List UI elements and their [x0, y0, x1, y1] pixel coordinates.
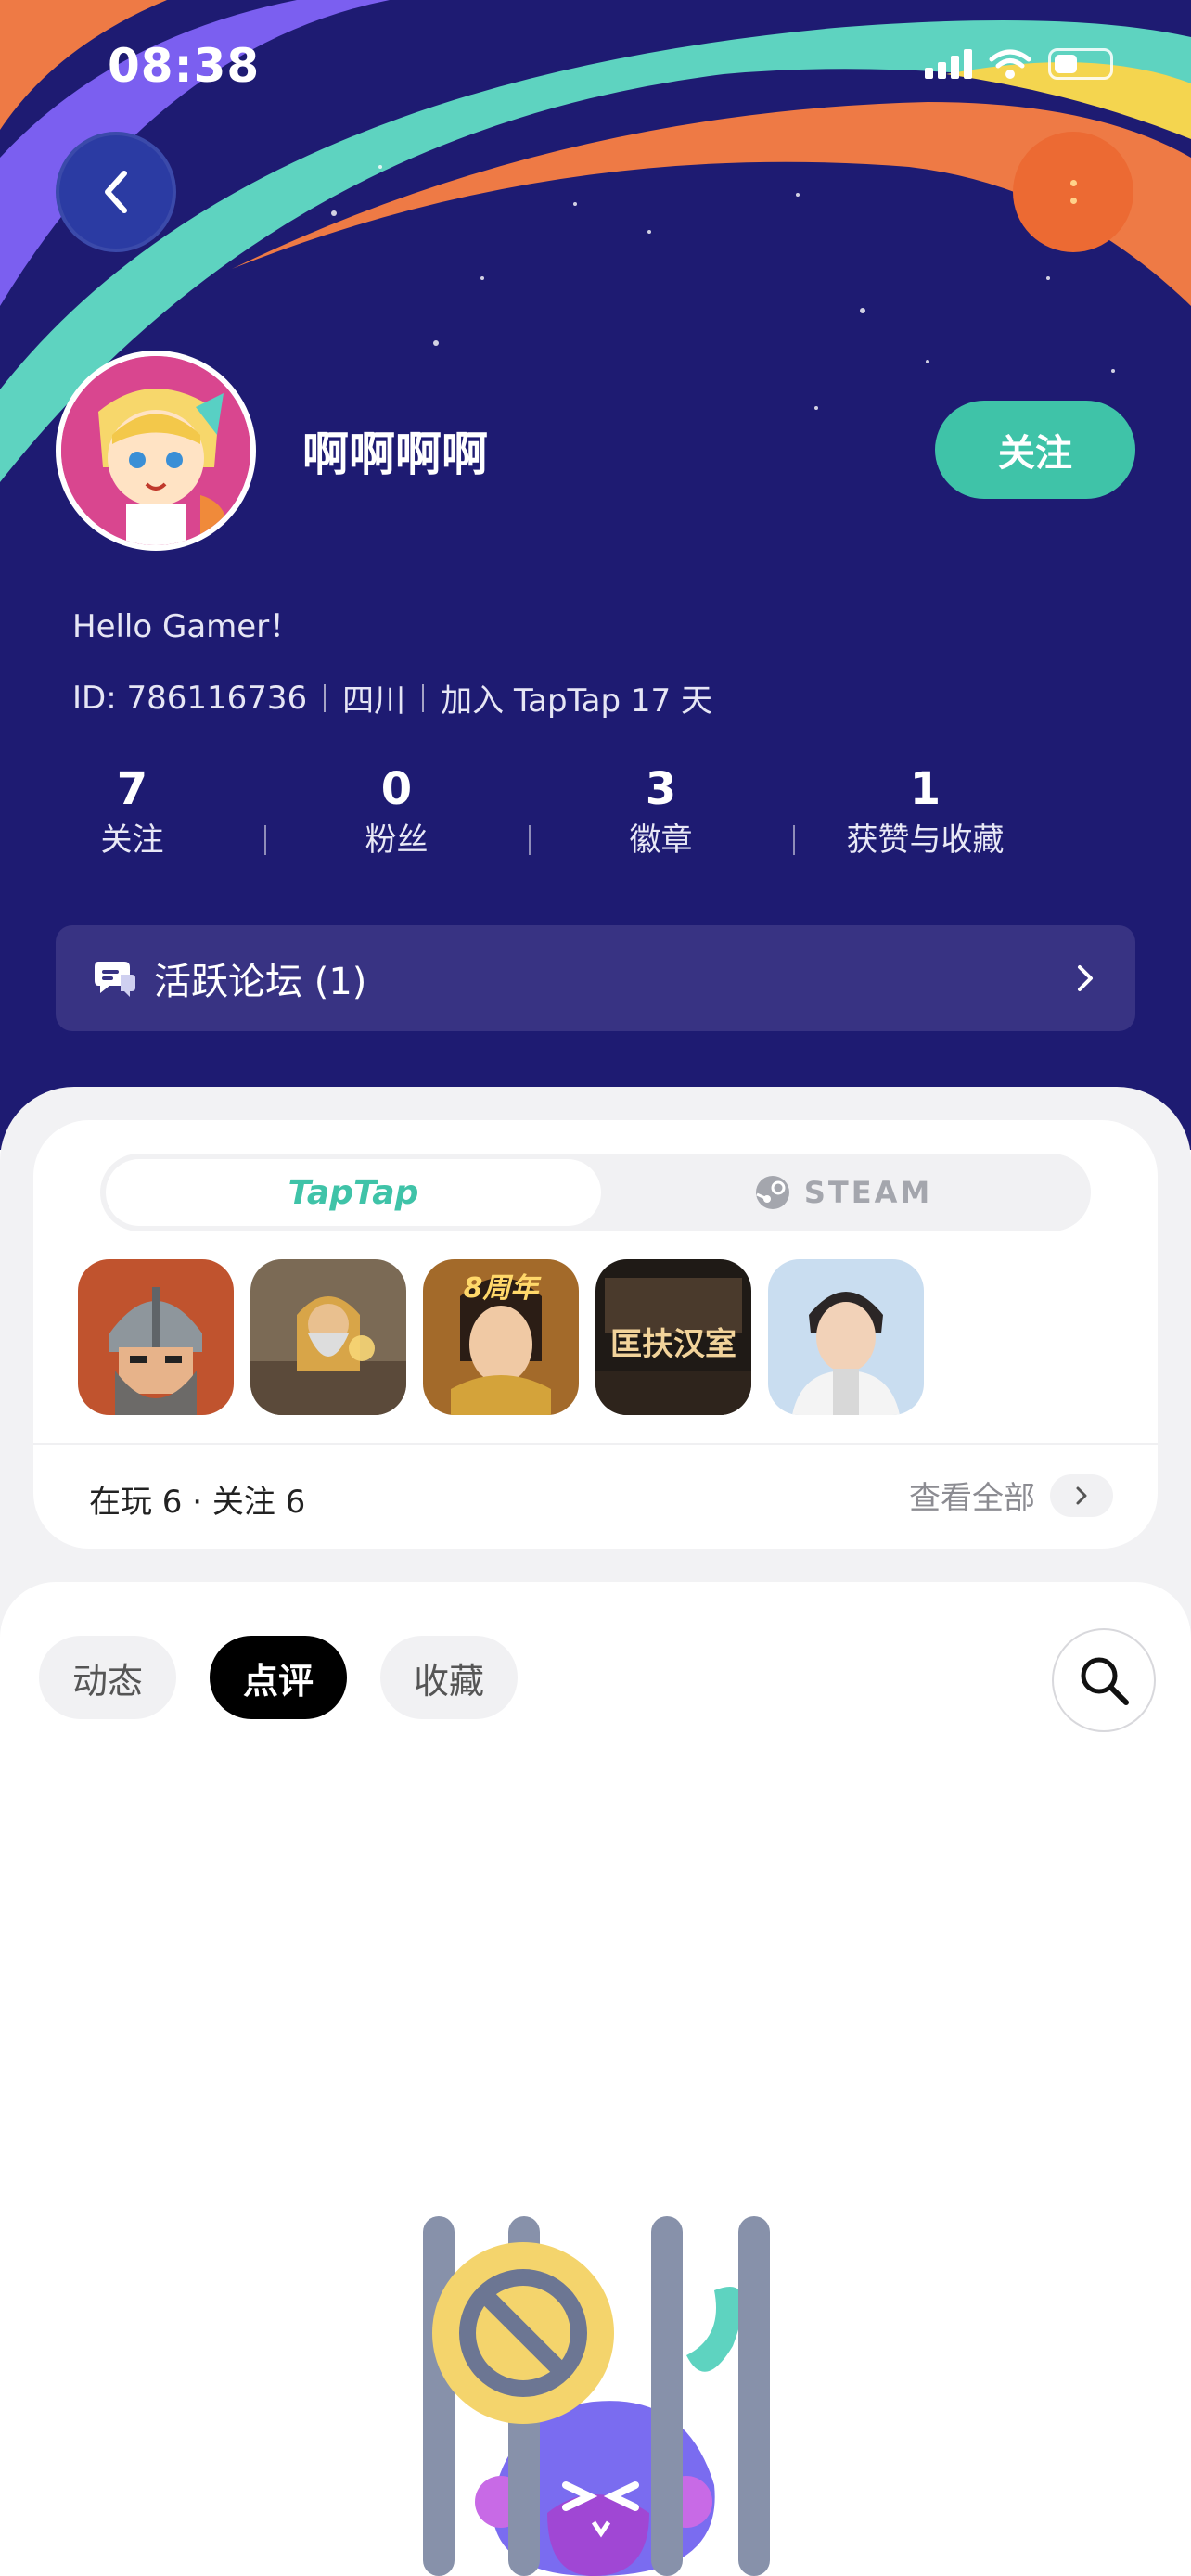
join-duration: 加入 TapTap 17 天 — [441, 682, 712, 720]
game-icon-2[interactable] — [250, 1259, 406, 1415]
tab-reviews[interactable]: 点评 — [210, 1636, 348, 1719]
profile-meta: ID: 786116736 四川 加入 TapTap 17 天 — [72, 675, 712, 721]
platform-toggle: TapTap STEAM — [100, 1154, 1091, 1231]
tab-moments[interactable]: 动态 — [39, 1636, 177, 1719]
game-icon-4[interactable]: 匡扶汉室 — [596, 1259, 751, 1415]
status-icons — [925, 48, 1113, 80]
search-icon — [1081, 1657, 1129, 1705]
user-id: ID: 786116736 — [72, 679, 308, 717]
search-button[interactable] — [1052, 1628, 1156, 1732]
games-card: TapTap STEAM 8周年 匡扶汉室 在玩 6 · 关注 6 查看全部 — [33, 1120, 1158, 1549]
games-summary: 在玩 6 · 关注 6 — [89, 1484, 306, 1521]
wifi-icon — [989, 49, 1031, 79]
stat-label: 粉丝 — [365, 822, 429, 859]
signal-icon — [925, 49, 972, 79]
empty-state-illustration — [423, 2216, 770, 2576]
chevron-right-icon — [1050, 1473, 1113, 1517]
back-button[interactable] — [56, 132, 176, 252]
view-all-label: 查看全部 — [909, 1480, 1035, 1517]
game-icon-3[interactable]: 8周年 — [423, 1259, 579, 1415]
stat-likes-favorites[interactable]: 1 获赞与收藏 — [793, 760, 1057, 862]
steam-icon — [755, 1176, 789, 1209]
stat-value: 1 — [909, 763, 941, 815]
battery-icon — [1048, 48, 1113, 80]
platform-tab-taptap[interactable]: TapTap — [106, 1159, 601, 1226]
stat-label: 徽章 — [629, 822, 693, 859]
bio: Hello Gamer！ — [72, 608, 301, 645]
chevron-right-icon — [1078, 965, 1093, 991]
location: 四川 — [342, 682, 406, 720]
feed-tabs: 动态 点评 收藏 — [39, 1636, 519, 1719]
divider — [33, 1443, 1158, 1445]
profile-header: 08:38 啊啊啊啊 关注 Hello Gamer！ ID: 786116736… — [0, 0, 1191, 1150]
platform-tab-steam[interactable]: STEAM — [601, 1159, 1085, 1226]
stat-followers[interactable]: 0 粉丝 — [264, 760, 529, 862]
game-icon-1[interactable] — [78, 1259, 234, 1415]
username: 啊啊啊啊 — [302, 427, 488, 481]
stat-value: 0 — [380, 763, 413, 815]
avatar[interactable] — [56, 351, 256, 551]
follow-button[interactable]: 关注 — [935, 401, 1135, 499]
divider — [324, 683, 327, 712]
tab-favorites[interactable]: 收藏 — [380, 1636, 519, 1719]
forum-chat-icon — [95, 962, 135, 997]
game-icon-text: 8周年 — [463, 1272, 539, 1305]
more-button[interactable] — [1013, 132, 1133, 252]
divider — [422, 683, 425, 712]
stat-following[interactable]: 7 关注 — [0, 760, 264, 862]
game-icon-text: 匡扶汉室 — [610, 1326, 736, 1363]
view-all-games[interactable]: 查看全部 — [909, 1473, 1113, 1518]
more-vertical-icon — [1069, 180, 1077, 186]
active-forum-row[interactable]: 活跃论坛 (1) — [56, 925, 1135, 1031]
stat-badges[interactable]: 3 徽章 — [529, 760, 793, 862]
stat-label: 关注 — [100, 822, 164, 859]
stat-value: 3 — [645, 763, 677, 815]
stat-label: 获赞与收藏 — [846, 822, 1005, 859]
chevron-left-icon — [105, 171, 127, 213]
profile-stats: 7 关注 0 粉丝 3 徽章 1 获赞与收藏 — [0, 760, 1057, 862]
steam-label: STEAM — [803, 1175, 933, 1210]
game-icon-5[interactable] — [768, 1259, 924, 1415]
forum-label: 活跃论坛 (1) — [154, 961, 367, 1003]
game-icon-list: 8周年 匡扶汉室 — [78, 1259, 924, 1415]
status-time: 08:38 — [108, 39, 261, 93]
stat-value: 7 — [116, 763, 148, 815]
